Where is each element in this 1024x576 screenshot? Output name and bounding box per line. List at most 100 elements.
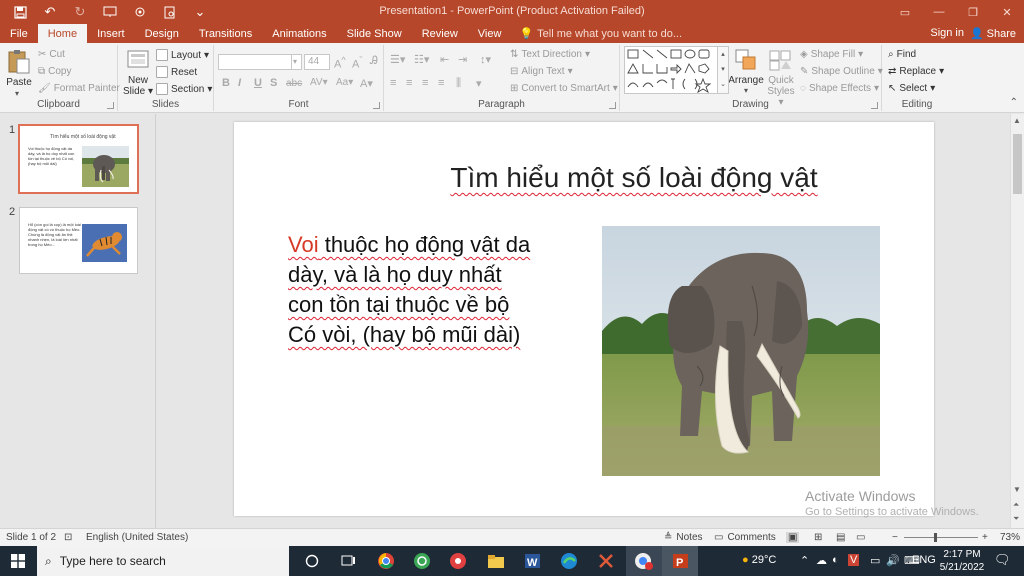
tab-view[interactable]: View [468,24,512,43]
chrome-notification-icon[interactable] [632,549,656,573]
zoom-level[interactable]: 73% [1000,532,1020,543]
save-icon[interactable] [6,1,34,23]
redo-icon[interactable]: ↻ [66,1,94,23]
clear-formatting-icon[interactable]: Ꭿ [370,55,378,68]
print-preview-icon[interactable] [156,1,184,23]
minimize-icon[interactable]: — [922,0,956,24]
drawing-launcher-icon[interactable] [871,102,878,109]
green-app-icon[interactable] [410,549,434,573]
windows-start-icon[interactable] [0,546,36,576]
scroll-down-icon[interactable]: ▼ [1013,485,1021,494]
v-app-icon[interactable]: V [848,554,860,566]
font-name-combo[interactable] [218,54,292,70]
font-color-icon[interactable]: A▾ [360,77,373,90]
italic-icon[interactable]: I [238,77,241,89]
previous-slide-icon[interactable]: ⏶ [1013,500,1019,510]
replace-button[interactable]: ⇄ Replace ▾ [888,66,944,77]
weather-widget[interactable]: ● 29°C [742,554,776,566]
file-explorer-icon[interactable] [484,549,508,573]
align-text-button[interactable]: ⊟ Align Text ▾ [510,66,573,77]
red-app-icon[interactable] [446,549,470,573]
section-button[interactable]: Section ▾ [156,83,212,95]
tab-home[interactable]: Home [37,24,88,43]
tab-insert[interactable]: Insert [87,24,135,43]
slide-thumbnail-2[interactable]: Hổ (còn gọi là cọp) là một loài động vật… [19,207,138,274]
bullets-icon[interactable]: ☰▾ [390,53,405,66]
align-center-icon[interactable]: ≡ [406,77,412,89]
line-spacing-icon[interactable]: ↕▾ [480,53,491,66]
normal-view-icon[interactable]: ▣ [786,532,800,543]
bold-icon[interactable]: B [222,77,230,89]
columns-dropdown-icon[interactable]: ▾ [476,77,482,90]
underline-icon[interactable]: U [254,77,262,89]
format-painter-button[interactable]: 🖌 Format Painter [38,83,120,94]
select-button[interactable]: ↖ Select ▾ [888,83,935,94]
cut-button[interactable]: ✂ Cut [38,49,65,60]
scroll-thumb[interactable] [1013,134,1022,194]
quick-styles-button[interactable]: Quick Styles ▾ [764,47,798,108]
customize-qat-icon[interactable]: ⌄ [186,1,214,23]
new-slide-button[interactable]: New Slide ▾ [122,47,154,99]
strikethrough-icon[interactable]: abc [286,78,302,89]
tell-me-box[interactable]: 💡 Tell me what you want to do... [511,24,682,43]
scroll-up-icon[interactable]: ▲ [1013,116,1021,125]
shape-outline-button[interactable]: ✎ Shape Outline ▾ [800,66,883,77]
columns-icon[interactable]: ⫼ [456,77,461,90]
paste-button[interactable]: Paste ▾ [5,49,33,98]
word-icon[interactable]: W [520,549,544,573]
find-button[interactable]: ⌕ Find [888,49,916,60]
paragraph-launcher-icon[interactable] [609,102,616,109]
slide-thumbnail-1[interactable]: Tìm hiểu một số loài động vật Voi thuộc … [18,124,139,194]
tab-transitions[interactable]: Transitions [189,24,262,43]
zoom-slider[interactable] [904,537,978,538]
shapes-gallery-scroll[interactable]: ▴ ▾ ⌄ [717,46,729,94]
language-indicator[interactable]: English (United States) [86,532,188,543]
slide-canvas[interactable]: Tìm hiểu một số loài động vật Voi thuộc … [234,122,934,516]
shadow-icon[interactable]: S [270,77,277,89]
chrome-icon[interactable] [374,549,398,573]
justify-icon[interactable]: ≡ [438,77,444,89]
edge-icon[interactable] [557,549,581,573]
touch-mode-icon[interactable] [126,1,154,23]
character-spacing-icon[interactable]: AV▾ [310,77,328,88]
shapes-gallery[interactable] [624,46,720,94]
increase-font-icon[interactable]: A^ [334,55,346,71]
input-language[interactable]: ENG [912,554,936,566]
slide-title[interactable]: Tìm hiểu một số loài động vật [404,162,864,194]
collapse-ribbon-icon[interactable]: ⌃ [1010,97,1018,108]
align-right-icon[interactable]: ≡ [422,77,428,89]
close-icon[interactable]: ✕ [990,0,1024,24]
share-button[interactable]: 👤 Share [970,27,1016,41]
align-left-icon[interactable]: ≡ [390,77,396,89]
sign-in-link[interactable]: Sign in [930,27,964,39]
clipboard-launcher-icon[interactable] [107,102,114,109]
meet-icon[interactable]: ◐ [832,554,839,566]
comments-button[interactable]: ▭ Comments [714,532,776,543]
text-direction-button[interactable]: ⇅ Text Direction ▾ [510,49,590,60]
start-from-beginning-icon[interactable] [96,1,124,23]
notes-button[interactable]: ≜ Notes [664,532,703,543]
elephant-photo[interactable] [602,226,880,476]
decrease-indent-icon[interactable]: ⇤ [440,53,449,66]
tab-design[interactable]: Design [135,24,189,43]
font-launcher-icon[interactable] [373,102,380,109]
zoom-in-icon[interactable]: + [982,532,988,543]
undo-icon[interactable]: ↶ [36,1,64,23]
decrease-font-icon[interactable]: Aˇ [352,55,362,71]
convert-smartart-button[interactable]: ⊞ Convert to SmartArt ▾ [510,83,618,94]
taskbar-search-box[interactable]: ⌕ Type here to search [37,546,289,576]
clock[interactable]: 2:17 PM 5/21/2022 [936,548,988,574]
volume-icon[interactable]: 🔊 [886,554,900,567]
show-hidden-icons-icon[interactable]: ⌃ [800,554,809,567]
zoom-slider-thumb[interactable] [934,533,937,542]
font-size-combo[interactable]: 44 [304,54,330,70]
increase-indent-icon[interactable]: ⇥ [458,53,467,66]
arrange-button[interactable]: Arrange ▾ [728,47,764,101]
shape-fill-button[interactable]: ◈ Shape Fill ▾ [800,49,863,60]
task-view-icon[interactable] [336,549,360,573]
slideshow-view-icon[interactable]: ▭ [856,532,865,543]
change-case-icon[interactable]: Aa▾ [336,77,353,88]
copy-button[interactable]: ⧉ Copy [38,66,72,77]
spell-check-icon[interactable]: ⊡ [64,532,72,543]
reading-view-icon[interactable]: ▤ [836,532,845,543]
